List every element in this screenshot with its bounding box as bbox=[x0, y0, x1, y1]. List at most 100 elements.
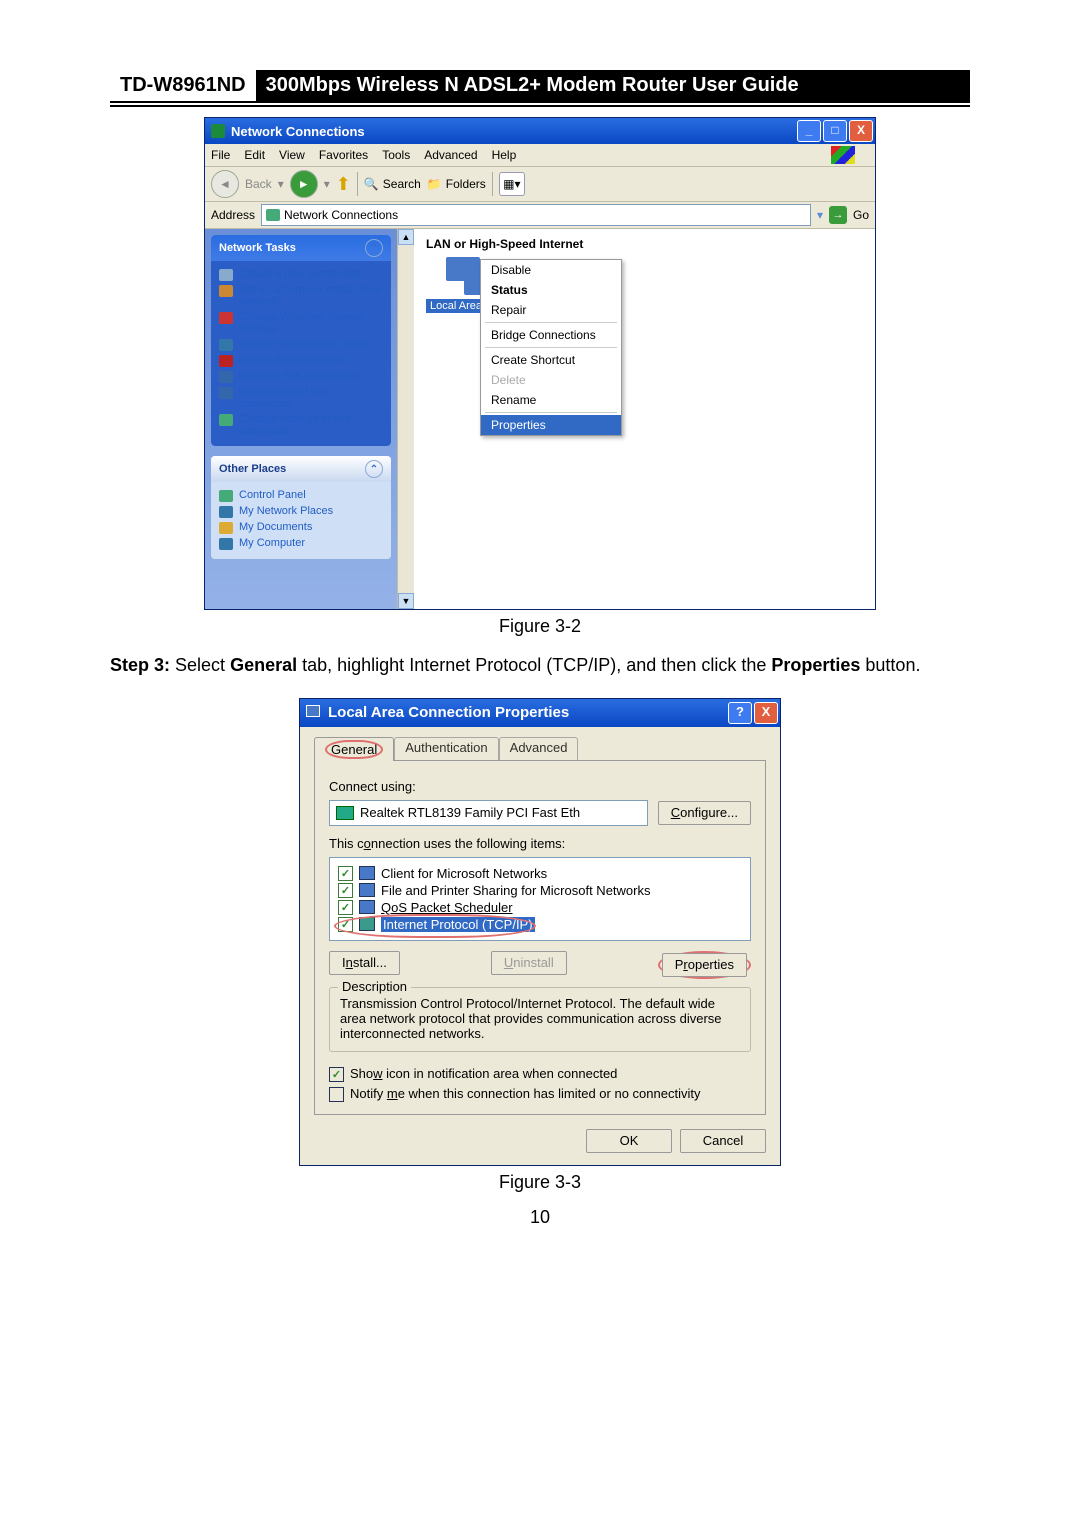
window-title: Network Connections bbox=[231, 124, 795, 139]
highlight-ring: Properties bbox=[658, 951, 751, 979]
tab-general[interactable]: General bbox=[314, 737, 394, 761]
menu-tools[interactable]: Tools bbox=[382, 148, 410, 162]
adapter-icon bbox=[336, 806, 354, 820]
back-label: Back bbox=[245, 177, 272, 191]
menu-file[interactable]: File bbox=[211, 148, 230, 162]
ctx-bridge[interactable]: Bridge Connections bbox=[481, 325, 621, 345]
show-icon-checkbox[interactable]: ✓Show icon in notification area when con… bbox=[329, 1066, 751, 1082]
search-button[interactable]: 🔍Search bbox=[364, 177, 421, 191]
service-icon bbox=[359, 866, 375, 880]
service-icon bbox=[359, 900, 375, 914]
help-button[interactable]: ? bbox=[728, 702, 752, 724]
menu-edit[interactable]: Edit bbox=[244, 148, 265, 162]
up-folder-icon[interactable]: ⬆ bbox=[336, 174, 351, 195]
ctx-delete: Delete bbox=[481, 370, 621, 390]
install-button[interactable]: Install... bbox=[329, 951, 400, 975]
separator bbox=[357, 172, 358, 196]
separator bbox=[492, 172, 493, 196]
menu-help[interactable]: Help bbox=[492, 148, 517, 162]
dialog-titlebar: Local Area Connection Properties ? X bbox=[300, 699, 780, 727]
collapse-icon[interactable]: ⌃ bbox=[365, 460, 383, 478]
other-places-panel: Other Places⌃ Control Panel My Network P… bbox=[211, 456, 391, 559]
description-group: Description Transmission Control Protoco… bbox=[329, 987, 751, 1052]
forward-button[interactable]: ► bbox=[290, 170, 318, 198]
minimize-button[interactable]: _ bbox=[797, 120, 821, 142]
cancel-button[interactable]: Cancel bbox=[680, 1129, 766, 1153]
close-button[interactable]: X bbox=[754, 702, 778, 724]
protocol-icon bbox=[359, 917, 375, 931]
task-item[interactable]: Change settings of this connection bbox=[219, 413, 383, 437]
network-connections-window: Network Connections _ □ X File Edit View… bbox=[204, 117, 876, 610]
description-label: Description bbox=[338, 979, 411, 994]
dialog-icon bbox=[306, 705, 322, 721]
list-item[interactable]: ✓File and Printer Sharing for Microsoft … bbox=[338, 883, 742, 898]
task-item[interactable]: Create a new connection bbox=[219, 268, 383, 281]
tab-strip: General Authentication Advanced bbox=[314, 737, 766, 761]
place-item[interactable]: My Documents bbox=[219, 521, 383, 534]
lan-properties-dialog: Local Area Connection Properties ? X Gen… bbox=[299, 698, 781, 1166]
view-button[interactable]: ▦▾ bbox=[499, 172, 525, 196]
collapse-icon[interactable]: ⌃ bbox=[365, 239, 383, 257]
uninstall-button: Uninstall bbox=[491, 951, 567, 975]
task-item[interactable]: Disable this network device bbox=[219, 338, 383, 351]
step-3-text: Step 3: Select General tab, highlight In… bbox=[110, 651, 970, 680]
address-label: Address bbox=[211, 208, 255, 222]
description-text: Transmission Control Protocol/Internet P… bbox=[340, 996, 740, 1041]
connect-using-label: Connect using: bbox=[329, 779, 751, 794]
task-item[interactable]: Repair this connection bbox=[219, 354, 383, 367]
ctx-properties[interactable]: Properties bbox=[481, 415, 621, 435]
place-item[interactable]: My Network Places bbox=[219, 505, 383, 518]
go-button[interactable]: → bbox=[829, 206, 847, 224]
model-number: TD-W8961ND bbox=[110, 70, 256, 101]
task-item[interactable]: Set up a home or small office network bbox=[219, 284, 383, 308]
scrollbar[interactable]: ▲▼ bbox=[397, 229, 414, 609]
network-tasks-panel: Network Tasks⌃ Create a new connection S… bbox=[211, 235, 391, 446]
go-label: Go bbox=[853, 208, 869, 222]
ctx-status[interactable]: Status bbox=[481, 280, 621, 300]
ctx-shortcut[interactable]: Create Shortcut bbox=[481, 350, 621, 370]
adapter-field: Realtek RTL8139 Family PCI Fast Eth bbox=[329, 800, 648, 826]
list-item[interactable]: ✓Client for Microsoft Networks bbox=[338, 866, 742, 881]
close-button[interactable]: X bbox=[849, 120, 873, 142]
address-input[interactable]: Network Connections bbox=[261, 204, 811, 226]
windows-flag-icon bbox=[831, 146, 855, 164]
configure-button[interactable]: Configure... bbox=[658, 801, 751, 825]
doc-header: TD-W8961ND 300Mbps Wireless N ADSL2+ Mod… bbox=[110, 70, 970, 103]
separator bbox=[485, 347, 617, 348]
ok-button[interactable]: OK bbox=[586, 1129, 672, 1153]
task-item[interactable]: View status of this connection bbox=[219, 386, 383, 410]
list-item[interactable]: ✓QoS Packet Scheduler bbox=[338, 900, 742, 915]
menu-view[interactable]: View bbox=[279, 148, 305, 162]
task-item[interactable]: Rename this connection bbox=[219, 370, 383, 383]
tab-advanced[interactable]: Advanced bbox=[499, 737, 579, 761]
page-number: 10 bbox=[110, 1207, 970, 1228]
list-item-tcpip[interactable]: ✓Internet Protocol (TCP/IP) bbox=[338, 917, 742, 932]
properties-button[interactable]: Properties bbox=[662, 953, 747, 977]
dialog-title: Local Area Connection Properties bbox=[328, 704, 726, 721]
figure-caption: Figure 3-3 bbox=[110, 1172, 970, 1193]
uses-items-label: This connection uses the following items… bbox=[329, 836, 751, 851]
figure-caption: Figure 3-2 bbox=[110, 616, 970, 637]
section-label: LAN or High-Speed Internet bbox=[426, 237, 863, 251]
menu-favorites[interactable]: Favorites bbox=[319, 148, 368, 162]
context-menu: Disable Status Repair Bridge Connections… bbox=[480, 259, 622, 436]
place-item[interactable]: Control Panel bbox=[219, 489, 383, 502]
task-item[interactable]: Change Windows Firewall settings bbox=[219, 311, 383, 335]
tasks-sidebar: Network Tasks⌃ Create a new connection S… bbox=[205, 229, 397, 609]
menu-advanced[interactable]: Advanced bbox=[424, 148, 477, 162]
components-list: ✓Client for Microsoft Networks ✓File and… bbox=[329, 857, 751, 941]
notify-checkbox[interactable]: Notify me when this connection has limit… bbox=[329, 1086, 751, 1102]
tab-authentication[interactable]: Authentication bbox=[394, 737, 498, 761]
folders-button[interactable]: 📁Folders bbox=[427, 177, 486, 191]
back-button[interactable]: ◄ bbox=[211, 170, 239, 198]
place-item[interactable]: My Computer bbox=[219, 537, 383, 550]
doc-title: 300Mbps Wireless N ADSL2+ Modem Router U… bbox=[256, 70, 970, 101]
separator bbox=[485, 412, 617, 413]
titlebar: Network Connections _ □ X bbox=[205, 118, 875, 144]
service-icon bbox=[359, 883, 375, 897]
ctx-disable[interactable]: Disable bbox=[481, 260, 621, 280]
ctx-rename[interactable]: Rename bbox=[481, 390, 621, 410]
ctx-repair[interactable]: Repair bbox=[481, 300, 621, 320]
maximize-button[interactable]: □ bbox=[823, 120, 847, 142]
toolbar: ◄ Back ▾ ► ▾ ⬆ 🔍Search 📁Folders ▦▾ bbox=[205, 167, 875, 202]
